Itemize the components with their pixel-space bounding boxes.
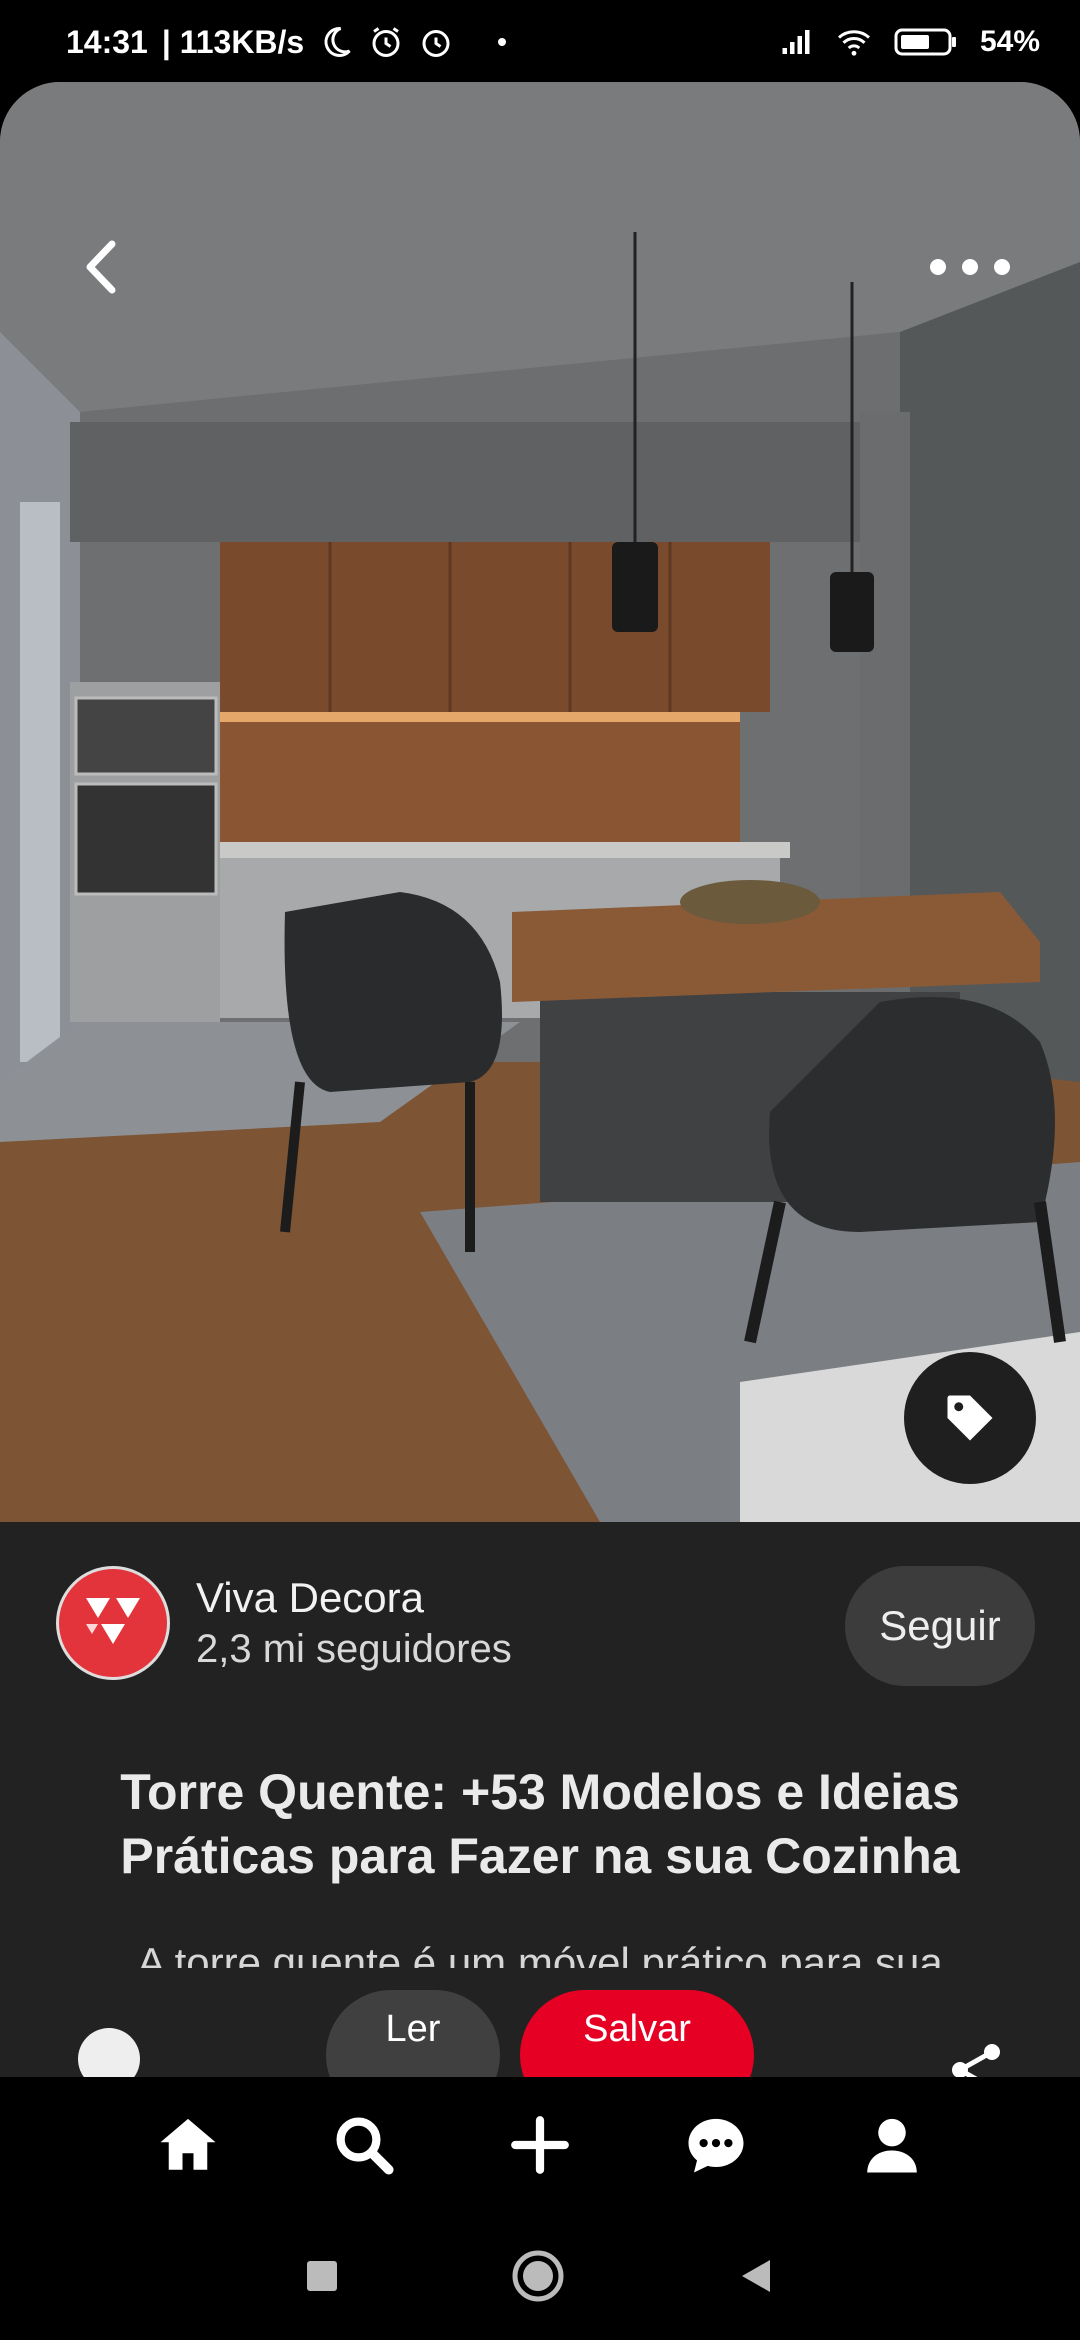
action-row: Ler Salvar [0,1988,1080,2078]
follow-button[interactable]: Seguir [845,1566,1035,1686]
battery-percent: 54% [979,25,1040,58]
system-nav [0,2212,1080,2340]
save-button[interactable]: Salvar [520,1990,754,2078]
nav-search[interactable] [326,2107,402,2183]
creator-name[interactable]: Viva Decora [196,1572,512,1624]
moon-icon [324,26,351,57]
add-icon [511,2115,569,2174]
read-button[interactable]: Ler [326,1990,500,2078]
network-speed: | 113KB/s [161,23,305,60]
home-icon [160,2118,216,2170]
status-left: 14:31 | 113KB/s [66,23,507,61]
search-icon [336,2117,394,2175]
back-arrow-icon[interactable] [70,232,140,302]
kitchen-scene-image [0,82,1080,1522]
shop-tag-button[interactable] [904,1352,1036,1484]
nav-messages[interactable] [678,2107,754,2183]
home-circle-icon[interactable] [510,2248,566,2304]
status-time: 14:31 [66,23,148,60]
signal-icon [782,30,810,54]
share-icon[interactable] [944,2038,1008,2078]
battery-icon [894,28,956,56]
viva-decora-logo-icon [86,1598,140,1644]
alarm-icon [422,30,450,57]
avatar[interactable] [56,1566,170,1680]
messages-icon [688,2118,744,2172]
more-options-icon[interactable] [920,242,1020,292]
back-triangle-icon[interactable] [736,2256,776,2296]
alarm-icon [372,27,400,57]
creator-followers: 2,3 mi seguidores [196,1627,512,1671]
profile-icon [867,2118,917,2172]
tag-icon [947,1395,993,1441]
pin-title: Torre Quente: +53 Modelos e Ideias Práti… [120,1764,960,1884]
nav-home[interactable] [150,2107,226,2183]
pin-description: A torre quente é um móvel prático para s… [137,1939,943,1968]
comment-icon[interactable] [78,2028,140,2078]
creator-text: Viva Decora 2,3 mi seguidores [196,1572,512,1674]
status-bar: 14:31 | 113KB/s 54% [0,0,1080,84]
pin-image[interactable] [0,82,1080,1522]
nav-create[interactable] [502,2107,578,2183]
status-right: 54% [778,24,1040,60]
bottom-nav [0,2077,1080,2212]
dot-icon [498,38,507,46]
recents-icon[interactable] [304,2258,340,2294]
wifi-icon [837,30,870,56]
creator-info[interactable]: Viva Decora 2,3 mi seguidores [56,1566,512,1680]
nav-profile[interactable] [854,2107,930,2183]
